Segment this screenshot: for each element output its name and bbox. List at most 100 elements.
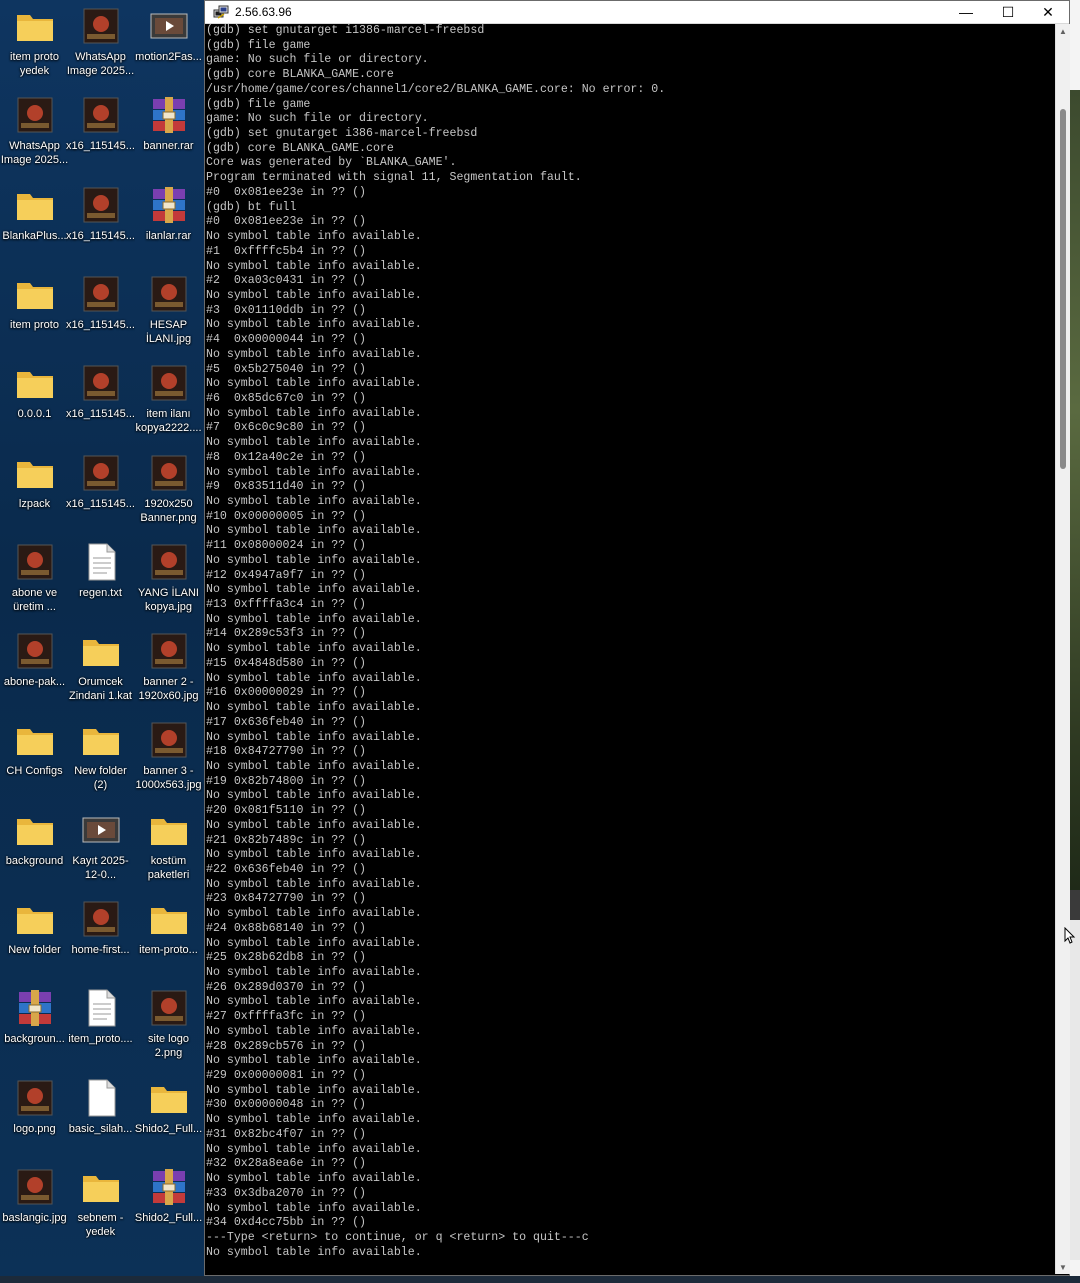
desktop-icon[interactable]: HESAP İLANI.jpg — [134, 270, 203, 358]
console-line: #19 0x82b74800 in ?? () — [206, 774, 367, 788]
folder-icon — [15, 185, 55, 225]
desktop-icon[interactable]: Orumcek Zindani 1.kat — [66, 627, 135, 715]
desktop-icon[interactable]: x16_115145... — [66, 181, 135, 269]
console-line: No symbol table info available. — [206, 436, 422, 450]
console-line: No symbol table info available. — [206, 288, 422, 302]
console-line: No symbol table info available. — [206, 583, 422, 597]
desktop-icon[interactable]: backgroun... — [0, 984, 69, 1072]
image-icon — [15, 631, 55, 671]
console-line: No symbol table info available. — [206, 642, 422, 656]
desktop-icon[interactable]: New folder — [0, 895, 69, 983]
desktop-icon[interactable]: banner 3 - 1000x563.jpg — [134, 716, 203, 804]
desktop-icon[interactable]: banner.rar — [134, 91, 203, 179]
desktop-icon[interactable]: baslangic.jpg — [0, 1163, 69, 1251]
desktop-icon[interactable]: abone ve üretim ... — [0, 538, 69, 626]
putty-terminal-window[interactable]: 2.56.63.96 — ☐ ✕ (gdb) set gnutarget i13… — [204, 0, 1070, 1276]
folder-icon — [149, 1078, 189, 1118]
console-line: #22 0x636feb40 in ?? () — [206, 862, 367, 876]
folder-icon — [149, 810, 189, 850]
desktop-icon-label: logo.png — [13, 1122, 56, 1135]
title-bar[interactable]: 2.56.63.96 — ☐ ✕ — [205, 1, 1069, 24]
desktop-icon-label: 0.0.0.1 — [17, 408, 52, 421]
desktop-icon[interactable]: sebnem - yedek — [66, 1163, 135, 1251]
console-line: (gdb) core BLANKA_GAME.core — [206, 68, 394, 82]
console-line: No symbol table info available. — [206, 377, 422, 391]
desktop-icon[interactable]: CH Configs — [0, 716, 69, 804]
minimize-button[interactable]: — — [945, 1, 987, 23]
console-line: No symbol table info available. — [206, 230, 422, 244]
desktop-icon[interactable]: regen.txt — [66, 538, 135, 626]
console-line: #26 0x289d0370 in ?? () — [206, 980, 367, 994]
desktop-icon[interactable]: YANG İLANI kopya.jpg — [134, 538, 203, 626]
console-line: #21 0x82b7489c in ?? () — [206, 833, 367, 847]
desktop-icon[interactable]: item proto — [0, 270, 69, 358]
terminal-console[interactable]: (gdb) set gnutarget i1386-marcel-freebsd… — [206, 24, 1054, 1270]
desktop-icon[interactable]: Shido2_Full... — [134, 1074, 203, 1162]
scrollbar-thumb[interactable] — [1060, 109, 1066, 469]
desktop-icon[interactable]: BlankaPlus... — [0, 181, 69, 269]
console-line: #5 0x5b275040 in ?? () — [206, 362, 367, 376]
desktop-icon[interactable]: abone-pak... — [0, 627, 69, 715]
desktop-icon[interactable]: x16_115145... — [66, 449, 135, 537]
desktop-icon[interactable]: WhatsApp Image 2025... — [0, 91, 69, 179]
putty-icon — [213, 5, 229, 19]
desktop-icon[interactable]: ilanlar.rar — [134, 181, 203, 269]
folder-icon — [15, 274, 55, 314]
image-icon — [149, 453, 189, 493]
console-line: No symbol table info available. — [206, 1054, 422, 1068]
image-icon — [149, 363, 189, 403]
scroll-up-arrow-icon[interactable]: ▲ — [1056, 24, 1070, 38]
desktop-icon[interactable]: x16_115145... — [66, 91, 135, 179]
console-line: game: No such file or directory. — [206, 53, 429, 67]
desktop-icon[interactable]: 1920x250 Banner.png — [134, 449, 203, 537]
desktop-icon[interactable]: motion2Fas... — [134, 2, 203, 90]
console-line: No symbol table info available. — [206, 936, 422, 950]
desktop-icon-grid: item proto yedek WhatsApp Image 2025... mo… — [0, 0, 204, 1283]
desktop-icon[interactable]: New folder (2) — [66, 716, 135, 804]
console-line: #0 0x081ee23e in ?? () — [206, 215, 367, 229]
folder-icon — [81, 1167, 121, 1207]
video-icon — [149, 6, 189, 46]
desktop-icon[interactable]: WhatsApp Image 2025... — [66, 2, 135, 90]
desktop-icon[interactable]: item-proto... — [134, 895, 203, 983]
desktop-icon[interactable]: Kayıt 2025-12-0... — [66, 806, 135, 894]
desktop-icon[interactable]: site logo 2.png — [134, 984, 203, 1072]
desktop-icon[interactable]: x16_115145... — [66, 270, 135, 358]
desktop-icon[interactable]: home-first... — [66, 895, 135, 983]
image-icon — [15, 542, 55, 582]
background-window-strip — [1069, 890, 1080, 920]
desktop-icon[interactable]: banner 2 - 1920x60.jpg — [134, 627, 203, 715]
desktop-icon-label: item proto — [10, 318, 59, 331]
desktop-icon[interactable]: kostüm paketleri — [134, 806, 203, 894]
folder-icon — [81, 631, 121, 671]
desktop-icon[interactable]: lzpack — [0, 449, 69, 537]
folder-icon — [15, 363, 55, 403]
close-icon: ✕ — [1042, 3, 1054, 20]
console-line: No symbol table info available. — [206, 818, 422, 832]
desktop-icon[interactable]: Shido2_Full... — [134, 1163, 203, 1251]
desktop-icon[interactable]: logo.png — [0, 1074, 69, 1162]
folder-icon — [15, 899, 55, 939]
desktop-icon[interactable]: 0.0.0.1 — [0, 359, 69, 447]
desktop-icon[interactable]: background — [0, 806, 69, 894]
desktop-icon-label: banner.rar — [143, 140, 194, 153]
desktop-icon-label: abone ve üretim ... — [11, 586, 58, 613]
console-line: No symbol table info available. — [206, 612, 422, 626]
maximize-button[interactable]: ☐ — [987, 1, 1029, 23]
desktop-icon[interactable]: x16_115145... — [66, 359, 135, 447]
desktop-icon[interactable]: item_proto.... — [66, 984, 135, 1072]
desktop-icon-label: item-proto... — [139, 944, 198, 956]
desktop-icon[interactable]: item proto yedek — [0, 2, 69, 90]
desktop-icon[interactable]: item ilanı kopya2222.... — [134, 359, 203, 447]
desktop-icon[interactable]: basic_silah... — [66, 1074, 135, 1162]
vertical-scrollbar[interactable]: ▲ ▼ — [1055, 24, 1070, 1274]
console-line: #1 0xffffc5b4 in ?? () — [206, 244, 367, 258]
background-window-panel — [1069, 920, 1080, 1260]
close-button[interactable]: ✕ — [1027, 1, 1069, 23]
desktop-icon-label: HESAP İLANI.jpg — [145, 318, 192, 345]
console-line: (gdb) file game — [206, 38, 311, 52]
desktop-icon-label: Orumcek Zindani 1.kat — [69, 676, 132, 703]
console-line: #7 0x6c0c9c80 in ?? () — [206, 421, 367, 435]
console-line: No symbol table info available. — [206, 465, 422, 479]
scroll-down-arrow-icon[interactable]: ▼ — [1056, 1260, 1070, 1274]
